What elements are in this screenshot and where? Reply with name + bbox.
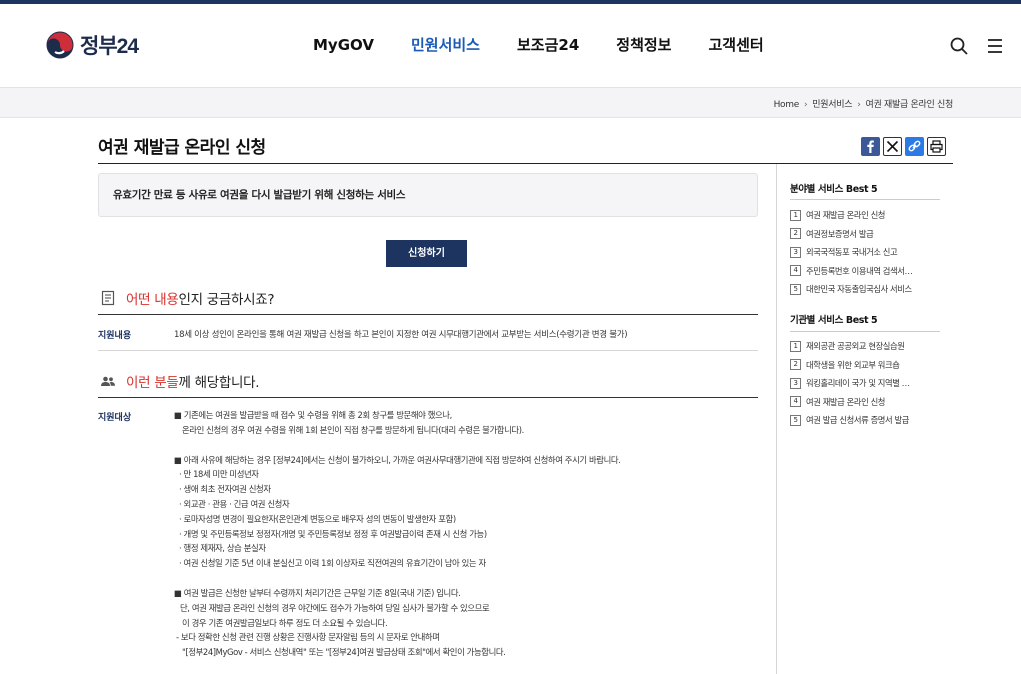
- section-who-title: 께 해당합니다.: [178, 375, 260, 391]
- chevron-right-icon: ›: [803, 100, 808, 110]
- best-field-item-label: 주민등록번호 이용내역 검색서…: [806, 265, 913, 276]
- best-org-item[interactable]: 4 여권 재발급 온라인 신청: [790, 393, 910, 412]
- header-actions: [933, 36, 1005, 56]
- section-who-heading: 이런 분들 께 해당합니다.: [100, 371, 259, 391]
- best-field-item[interactable]: 2 여권정보증명서 발급: [790, 225, 912, 244]
- support-content-label: 지원내용: [98, 331, 132, 341]
- best-field-item-label: 대한민국 자동출입국심사 서비스: [806, 284, 912, 295]
- target-line: "[정부24]MyGov - 서비스 신청내역" 또는 "[정부24]여권 발급…: [182, 647, 506, 658]
- section-what-title: 인지 궁금하시죠?: [178, 292, 275, 308]
- best-field-item[interactable]: 5 대한민국 자동출입국심사 서비스: [790, 280, 912, 299]
- rank-badge: 3: [790, 246, 801, 258]
- breadcrumb-home[interactable]: Home: [774, 100, 800, 110]
- best-org-item-label: 워킹홀리데이 국가 및 지역별 …: [806, 378, 910, 389]
- target-spacer: [174, 438, 754, 453]
- support-target-details: ■ 기존에는 여권을 발급받을 때 접수 및 수령을 위해 총 2회 창구를 방…: [174, 408, 754, 660]
- best-by-org-title: 기관별 서비스 Best 5: [790, 315, 878, 326]
- best-org-item[interactable]: 5 여권 발급 신청서류 증명서 발급: [790, 411, 910, 430]
- rank-badge: 1: [790, 209, 801, 221]
- target-line: · 생애 최초 전자여권 신청자: [179, 484, 271, 495]
- section-what-highlight: 어떤 내용: [126, 292, 179, 308]
- service-summary: 유효기간 만료 등 사유로 여권을 다시 발급받기 위해 신청하는 서비스: [98, 173, 758, 217]
- best-field-item-label: 여권 재발급 온라인 신청: [806, 210, 886, 221]
- apply-button[interactable]: 신청하기: [386, 240, 467, 267]
- users-icon: [101, 376, 115, 386]
- chevron-right-icon: ›: [857, 100, 861, 110]
- taegeuk-logo-icon: [46, 31, 74, 59]
- best-by-field-title: 분야별 서비스 Best 5: [790, 184, 878, 195]
- best-field-item[interactable]: 1 여권 재발급 온라인 신청: [790, 206, 912, 225]
- rank-badge: 4: [790, 396, 801, 408]
- section-who-divider: [98, 397, 758, 398]
- rank-badge: 2: [790, 228, 801, 240]
- document-icon: [101, 290, 115, 306]
- breadcrumb-current[interactable]: 여권 재발급 온라인 신청: [866, 100, 954, 110]
- link-icon[interactable]: [905, 137, 924, 156]
- site-header: 정부24 MyGOV 민원서비스 보조금24 정책정보 고객센터: [0, 4, 1021, 88]
- facebook-icon[interactable]: [861, 137, 880, 156]
- nav-mygov[interactable]: MyGOV: [313, 34, 374, 56]
- main-content: 유효기간 만료 등 사유로 여권을 다시 발급받기 위해 신청하는 서비스 신청…: [98, 164, 758, 674]
- section-what-divider: [98, 314, 758, 315]
- target-line: · 행정 제재자, 상습 분실자: [179, 543, 266, 554]
- sidebar-heading-divider: [790, 331, 940, 332]
- share-buttons: [861, 137, 949, 156]
- support-content-value: 18세 이상 성인이 온라인을 통해 여권 재발급 신청을 하고 본인이 지정한…: [174, 330, 628, 340]
- rank-badge: 4: [790, 265, 801, 277]
- target-line: · 외교관 · 관용 · 긴급 여권 신청자: [179, 498, 290, 509]
- best-field-item-label: 외국국적동포 국내거소 신고: [806, 247, 898, 258]
- main-nav: MyGOV 민원서비스 보조금24 정책정보 고객센터: [313, 34, 801, 56]
- best-org-item-label: 대학생을 위한 외교부 워크숍: [806, 359, 900, 370]
- sidebar-divider: [776, 164, 777, 674]
- target-line: 단, 여권 재발급 온라인 신청의 경우 야간에도 접수가 가능하여 당일 심사…: [180, 602, 490, 613]
- best-org-item[interactable]: 3 워킹홀리데이 국가 및 지역별 …: [790, 374, 910, 393]
- target-line: ■ 여권 발급은 신청한 날부터 수령까지 처리기간은 근무일 기준 8일(국내…: [174, 587, 461, 598]
- site-logo[interactable]: 정부24: [46, 30, 139, 60]
- target-line: ■ 아래 사유에 해당하는 경우 [정부24]에서는 신청이 불가하오니, 가까…: [174, 454, 621, 465]
- row-divider: [98, 350, 758, 351]
- target-line: · 개명 및 주민등록정보 정정자(개명 및 주민등록정보 정정 후 여권발급이…: [179, 528, 487, 539]
- best-org-item[interactable]: 1 재외공관 공공외교 현장실습원: [790, 337, 910, 356]
- breadcrumb-civil-service[interactable]: 민원서비스: [812, 100, 852, 110]
- breadcrumb: Home › 민원서비스 › 여권 재발급 온라인 신청: [774, 97, 954, 110]
- section-who-highlight: 이런 분들: [126, 375, 179, 391]
- page-title: 여권 재발급 온라인 신청: [98, 138, 266, 158]
- target-line: - 보다 정확한 신청 관련 진행 상황은 진행사항 문자알림 등의 시 문자로…: [176, 632, 440, 643]
- nav-customer-center[interactable]: 고객센터: [708, 34, 763, 56]
- sidebar-heading-divider: [790, 199, 940, 200]
- best-by-org-list: 1 재외공관 공공외교 현장실습원 2 대학생을 위한 외교부 워크숍 3 워킹홀리데…: [790, 337, 910, 430]
- section-what-heading: 어떤 내용 인지 궁금하시죠?: [100, 288, 274, 308]
- best-org-item-label: 여권 재발급 온라인 신청: [806, 396, 886, 407]
- best-org-item[interactable]: 2 대학생을 위한 외교부 워크숍: [790, 356, 910, 375]
- target-spacer: [174, 571, 754, 586]
- nav-policy-info[interactable]: 정책정보: [616, 34, 671, 56]
- rank-badge: 5: [790, 283, 801, 295]
- rank-badge: 5: [790, 414, 801, 426]
- breadcrumb-bar: Home › 민원서비스 › 여권 재발급 온라인 신청: [0, 88, 1021, 118]
- print-icon[interactable]: [927, 137, 946, 156]
- hamburger-menu-icon[interactable]: [985, 36, 1005, 56]
- best-org-item-label: 여권 발급 신청서류 증명서 발급: [806, 415, 909, 426]
- best-field-item-label: 여권정보증명서 발급: [806, 228, 874, 239]
- target-line: ■ 기존에는 여권을 발급받을 때 접수 및 수령을 위해 총 2회 창구를 방…: [174, 410, 452, 420]
- best-org-item-label: 재외공관 공공외교 현장실습원: [806, 341, 905, 352]
- logo-text: 정부24: [80, 35, 139, 58]
- x-twitter-icon[interactable]: [883, 137, 902, 156]
- nav-subsidy24[interactable]: 보조금24: [517, 34, 579, 56]
- target-line: · 여권 신청일 기준 5년 이내 분실신고 이력 1회 이상자로 직전여권의 …: [179, 558, 486, 569]
- target-line: 이 경우 기존 여권발급일보다 하루 정도 더 소요될 수 있습니다.: [182, 617, 388, 628]
- search-icon[interactable]: [949, 36, 969, 56]
- rank-badge: 3: [790, 377, 801, 389]
- target-line: 온라인 신청의 경우 여권 수령을 위해 1회 본인이 직접 창구를 방문하게 …: [182, 424, 524, 435]
- support-target-label: 지원대상: [98, 413, 132, 423]
- rank-badge: 2: [790, 359, 801, 371]
- target-line: · 로마자성명 변경이 필요한자(온인관계 변동으로 배우자 성의 변동이 발생…: [179, 513, 456, 524]
- best-field-item[interactable]: 3 외국국적동포 국내거소 신고: [790, 243, 912, 262]
- target-line: · 만 18세 미만 미성년자: [179, 469, 259, 480]
- rank-badge: 1: [790, 340, 801, 352]
- best-by-field-list: 1 여권 재발급 온라인 신청 2 여권정보증명서 발급 3 외국국적동포 국내거소 …: [790, 206, 913, 299]
- best-field-item[interactable]: 4 주민등록번호 이용내역 검색서…: [790, 262, 913, 281]
- nav-civil-service[interactable]: 민원서비스: [411, 34, 480, 56]
